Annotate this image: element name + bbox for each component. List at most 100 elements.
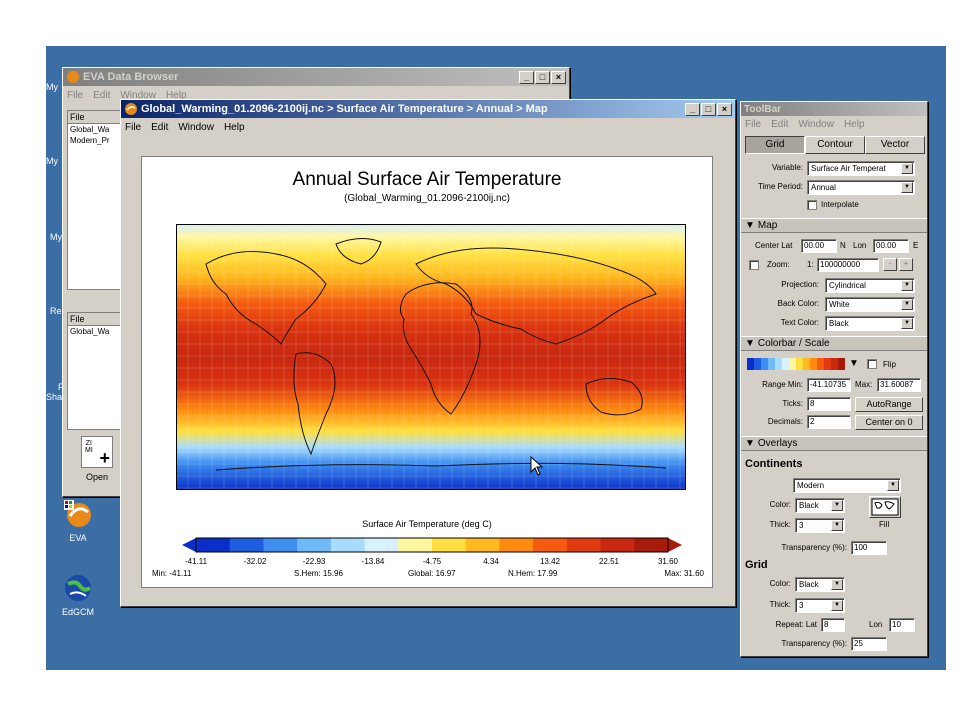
plot-type-tabs: Grid Contour Vector bbox=[745, 136, 925, 154]
continents-color-select[interactable]: Black ▼ bbox=[795, 498, 845, 513]
projection-select[interactable]: Cylindrical ▼ bbox=[825, 278, 915, 293]
colorbar-tick-label: 31.60 bbox=[657, 557, 679, 566]
variable-list-item[interactable]: Global_Wa bbox=[68, 326, 126, 337]
desktop-icon-fragment[interactable]: Re bbox=[50, 306, 62, 316]
menu-file[interactable]: File bbox=[745, 119, 761, 130]
tab-vector[interactable]: Vector bbox=[865, 136, 925, 154]
zoom-checkbox[interactable] bbox=[749, 260, 759, 270]
desktop-icon-fragment[interactable]: My bbox=[46, 156, 58, 166]
range-max-input[interactable]: 31.60087 bbox=[877, 378, 921, 392]
edgcm-icon-label: EdGCM bbox=[61, 607, 94, 617]
autorange-button[interactable]: AutoRange bbox=[855, 397, 923, 412]
stat-shem: S.Hem: 15.96 bbox=[294, 569, 343, 578]
desktop-icon-fragment[interactable]: My bbox=[50, 232, 62, 242]
grid-thick-value: 3 bbox=[799, 601, 804, 610]
open-file-icon: ZI MI + bbox=[81, 436, 113, 468]
back-color-value: White bbox=[829, 300, 850, 309]
colorbar-swatch bbox=[432, 538, 467, 552]
map-window-titlebar[interactable]: Global_Warming_01.2096-2100ij.nc > Surfa… bbox=[121, 100, 735, 118]
maximize-button[interactable]: □ bbox=[701, 102, 716, 116]
colorbar bbox=[182, 537, 682, 553]
colorbar-swatch bbox=[364, 538, 399, 552]
continents-color-label: Color: bbox=[769, 500, 791, 509]
interpolate-checkbox[interactable] bbox=[807, 200, 817, 210]
zoom-out-button[interactable]: - bbox=[883, 258, 897, 271]
variable-list-header[interactable]: File bbox=[68, 313, 126, 326]
maximize-button[interactable]: □ bbox=[535, 70, 550, 84]
menu-file[interactable]: File bbox=[125, 122, 141, 133]
file-list-item[interactable]: Modern_Pr bbox=[68, 135, 126, 146]
text-color-select[interactable]: Black ▼ bbox=[825, 316, 915, 331]
continents-select[interactable]: Modern ▼ bbox=[793, 478, 901, 493]
app-icon bbox=[66, 70, 80, 84]
center-on-zero-button[interactable]: Center on 0 bbox=[855, 415, 923, 430]
variable-select[interactable]: Surface Air Temperat ▼ bbox=[807, 161, 915, 176]
menu-file[interactable]: File bbox=[67, 90, 83, 101]
minimize-button[interactable]: _ bbox=[685, 102, 700, 116]
chevron-down-icon: ▼ bbox=[901, 182, 913, 193]
continents-thick-select[interactable]: 3 ▼ bbox=[795, 518, 845, 533]
temperature-map bbox=[176, 224, 686, 490]
back-color-select[interactable]: White ▼ bbox=[825, 297, 915, 312]
close-button[interactable]: × bbox=[717, 102, 732, 116]
close-button[interactable]: × bbox=[551, 70, 566, 84]
range-max-label: Max: bbox=[855, 380, 873, 389]
grid-color-select[interactable]: Black ▼ bbox=[795, 577, 845, 592]
decimals-input[interactable]: 2 bbox=[807, 415, 851, 429]
grid-thick-select[interactable]: 3 ▼ bbox=[795, 598, 845, 613]
overlays-section-label: Overlays bbox=[757, 438, 798, 449]
colorbar-tick-label: -32.02 bbox=[243, 557, 267, 566]
grid-transparency-input[interactable]: 25 bbox=[851, 637, 887, 651]
menu-edit[interactable]: Edit bbox=[151, 122, 168, 133]
tab-contour[interactable]: Contour bbox=[805, 136, 865, 154]
file-list-header[interactable]: File bbox=[68, 111, 126, 124]
palette-dropdown-icon[interactable]: ▼ bbox=[849, 358, 859, 369]
ticks-input[interactable]: 8 bbox=[807, 397, 851, 411]
flip-checkbox[interactable] bbox=[867, 359, 877, 369]
menu-edit[interactable]: Edit bbox=[771, 119, 788, 130]
data-browser-titlebar[interactable]: EVA Data Browser _ □ × bbox=[63, 68, 569, 86]
colorbar-palette-swatch[interactable] bbox=[747, 358, 845, 370]
map-section-header[interactable]: ▼ Map bbox=[741, 218, 927, 233]
ticks-label: Ticks: bbox=[782, 399, 803, 408]
menu-edit[interactable]: Edit bbox=[93, 90, 110, 101]
zoom-in-button[interactable]: + bbox=[899, 258, 913, 271]
range-min-input[interactable]: -41.10735 bbox=[807, 378, 851, 392]
projection-value: Cylindrical bbox=[829, 281, 866, 290]
repeat-lat-input[interactable]: 8 bbox=[821, 618, 845, 632]
menu-window[interactable]: Window bbox=[798, 119, 834, 130]
continents-color-value: Black bbox=[799, 501, 819, 510]
open-button[interactable]: ZI MI + Open bbox=[77, 434, 117, 490]
desktop-icon-fragment[interactable]: My bbox=[46, 82, 58, 92]
minimize-button[interactable]: _ bbox=[519, 70, 534, 84]
tab-grid[interactable]: Grid bbox=[745, 136, 805, 154]
menu-window[interactable]: Window bbox=[178, 122, 214, 133]
menu-help[interactable]: Help bbox=[224, 122, 245, 133]
overlays-section-header[interactable]: ▼ Overlays bbox=[741, 436, 927, 451]
eva-desktop-icon[interactable]: EVA bbox=[48, 498, 108, 543]
variable-value: Surface Air Temperat bbox=[811, 164, 886, 173]
continents-transparency-input[interactable]: 100 bbox=[851, 541, 887, 555]
zoom-input[interactable]: 100000000 bbox=[817, 258, 879, 272]
colorbar-tick-label: -4.75 bbox=[422, 557, 442, 566]
interpolate-label: Interpolate bbox=[821, 200, 859, 209]
continents-thick-label: Thick: bbox=[769, 520, 791, 529]
edgcm-desktop-icon[interactable]: EdGCM bbox=[48, 572, 108, 617]
fill-button[interactable] bbox=[869, 496, 901, 518]
desktop: My My My Re Shar F EVA EdGCM EVA Data Br… bbox=[46, 46, 946, 670]
colorbar-section-label: Colorbar / Scale bbox=[757, 338, 830, 349]
center-lon-input[interactable]: 00.00 bbox=[873, 239, 909, 253]
range-min-label: Range Min: bbox=[762, 380, 803, 389]
center-lat-input[interactable]: 00.00 bbox=[801, 239, 837, 253]
menu-help[interactable]: Help bbox=[844, 119, 865, 130]
lon-label: Lon bbox=[853, 241, 867, 250]
colorbar-section-header[interactable]: ▼ Colorbar / Scale bbox=[741, 336, 927, 351]
time-period-select[interactable]: Annual ▼ bbox=[807, 180, 915, 195]
map-canvas[interactable]: Annual Surface Air Temperature (Global_W… bbox=[141, 156, 713, 588]
toolbar-titlebar[interactable]: ToolBar bbox=[741, 102, 927, 116]
mini-colorbar-swatch bbox=[761, 358, 769, 370]
mini-colorbar-swatch bbox=[831, 358, 839, 370]
file-list-item[interactable]: Global_Wa bbox=[68, 124, 126, 135]
mini-colorbar-swatch bbox=[747, 358, 755, 370]
repeat-lon-input[interactable]: 10 bbox=[889, 618, 915, 632]
